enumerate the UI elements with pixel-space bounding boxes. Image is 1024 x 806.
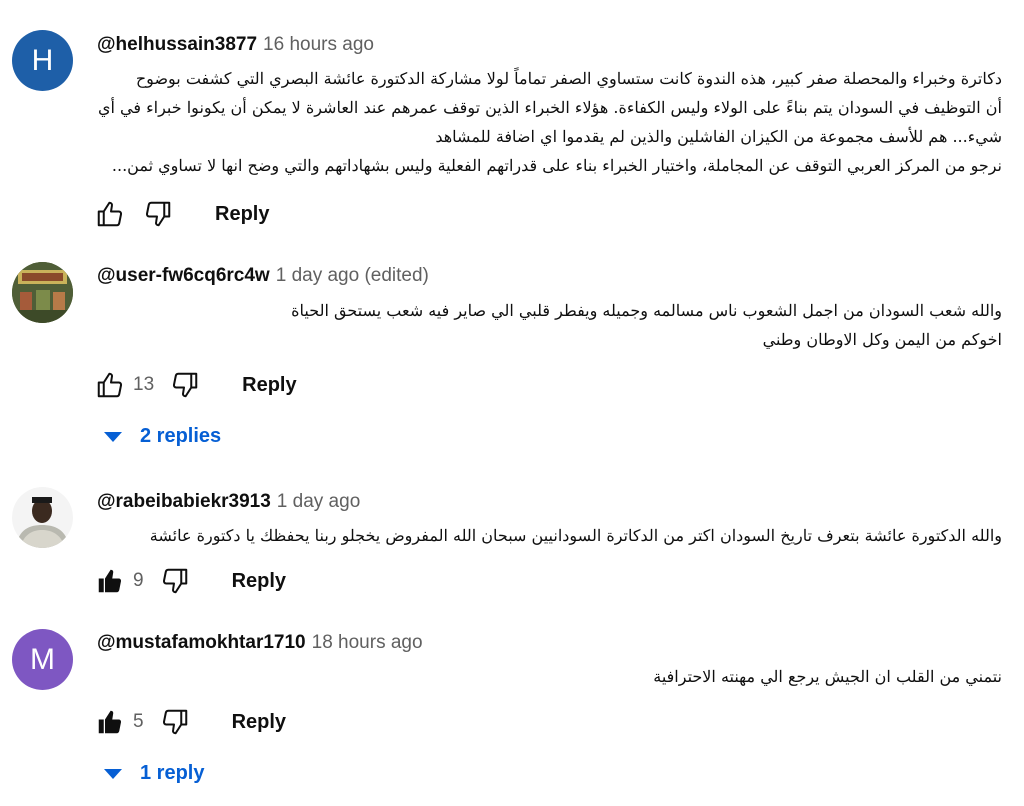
reply-button[interactable]: Reply xyxy=(236,370,302,401)
comment-text: نتمني من القلب ان الجيش يرجع الي مهنته ا… xyxy=(97,662,1002,691)
comment-text-line: دكاترة وخبراء والمحصلة صفر كبير، هذه الن… xyxy=(135,69,1002,88)
comment-text: دكاترة وخبراء والمحصلة صفر كبير، هذه الن… xyxy=(97,64,1002,180)
avatar[interactable] xyxy=(12,487,73,548)
replies-count-label: 1 reply xyxy=(140,762,205,784)
replies-count-label: 2 replies xyxy=(140,425,222,447)
comment-author[interactable]: @rabeibabiekr3913 xyxy=(97,491,271,512)
view-replies-button[interactable]: 1 reply xyxy=(104,762,204,785)
comment-text-line: والله شعب السودان من اجمل الشعوب ناس مسا… xyxy=(291,301,1002,320)
comment-text-line: أن التوظيف في السودان يتم بناءً على الول… xyxy=(98,98,1002,117)
like-count: 9 xyxy=(133,570,144,591)
comment-author[interactable]: @mustafamokhtar1710 xyxy=(97,632,306,653)
comment-text-line: اخوكم من اليمن وكل الاوطان وطني xyxy=(762,330,1002,349)
avatar-image xyxy=(12,262,73,323)
view-replies-button[interactable]: 2 replies xyxy=(104,425,221,448)
avatar[interactable]: H xyxy=(12,30,73,91)
comment-author[interactable]: @helhussain3877 xyxy=(97,34,257,55)
comment-header: @helhussain3877 16 hours ago xyxy=(97,34,374,56)
like-count: 13 xyxy=(133,374,155,395)
like-count: 5 xyxy=(133,711,144,732)
comment-header: @rabeibabiekr3913 1 day ago xyxy=(97,491,360,513)
comment-header: @mustafamokhtar1710 18 hours ago xyxy=(97,632,423,654)
comment-author[interactable]: @user-fw6cq6rc4w xyxy=(97,265,270,286)
comment-actions: 13 Reply xyxy=(93,367,303,403)
caret-down-icon xyxy=(104,431,122,442)
comment-timestamp[interactable]: 18 hours ago xyxy=(312,632,423,653)
comment-timestamp[interactable]: 1 day ago xyxy=(277,491,360,512)
thumb-down-outline-icon[interactable] xyxy=(158,705,192,739)
thumb-up-filled-icon[interactable] xyxy=(93,564,127,598)
reply-button[interactable]: Reply xyxy=(209,199,275,230)
reply-button[interactable]: Reply xyxy=(226,566,292,597)
avatar[interactable] xyxy=(12,262,73,323)
avatar-image xyxy=(12,487,73,548)
comment-header: @user-fw6cq6rc4w 1 day ago (edited) xyxy=(97,265,429,287)
thumb-down-outline-icon[interactable] xyxy=(141,197,175,231)
comment-actions: 9 Reply xyxy=(93,563,292,599)
avatar-letter: H xyxy=(31,43,54,77)
avatar[interactable]: M xyxy=(12,629,73,690)
comment-text: والله شعب السودان من اجمل الشعوب ناس مسا… xyxy=(97,296,1002,354)
comment-text-line: نتمني من القلب ان الجيش يرجع الي مهنته ا… xyxy=(653,667,1002,686)
comment-actions: 5 Reply xyxy=(93,704,292,740)
comment-timestamp[interactable]: 1 day ago (edited) xyxy=(276,265,429,286)
comment-text: والله الدكتورة عائشة بتعرف تاريخ السودان… xyxy=(97,521,1002,550)
thumb-down-outline-icon[interactable] xyxy=(168,368,202,402)
thumb-up-filled-icon[interactable] xyxy=(93,705,127,739)
comment-actions: Reply xyxy=(93,196,275,232)
comment-text-line: شيء... هم للأسف مجموعة من الكيزان الفاشل… xyxy=(435,127,1002,146)
thumb-up-outline-icon[interactable] xyxy=(93,197,127,231)
comment-timestamp[interactable]: 16 hours ago xyxy=(263,34,374,55)
caret-down-icon xyxy=(104,768,122,779)
avatar-letter: M xyxy=(30,642,55,676)
reply-button[interactable]: Reply xyxy=(226,707,292,738)
thumb-up-outline-icon[interactable] xyxy=(93,368,127,402)
thumb-down-outline-icon[interactable] xyxy=(158,564,192,598)
comment-text-line: والله الدكتورة عائشة بتعرف تاريخ السودان… xyxy=(149,526,1002,545)
comment-text-line: نرجو من المركز العربي التوقف عن المجاملة… xyxy=(111,156,1002,175)
